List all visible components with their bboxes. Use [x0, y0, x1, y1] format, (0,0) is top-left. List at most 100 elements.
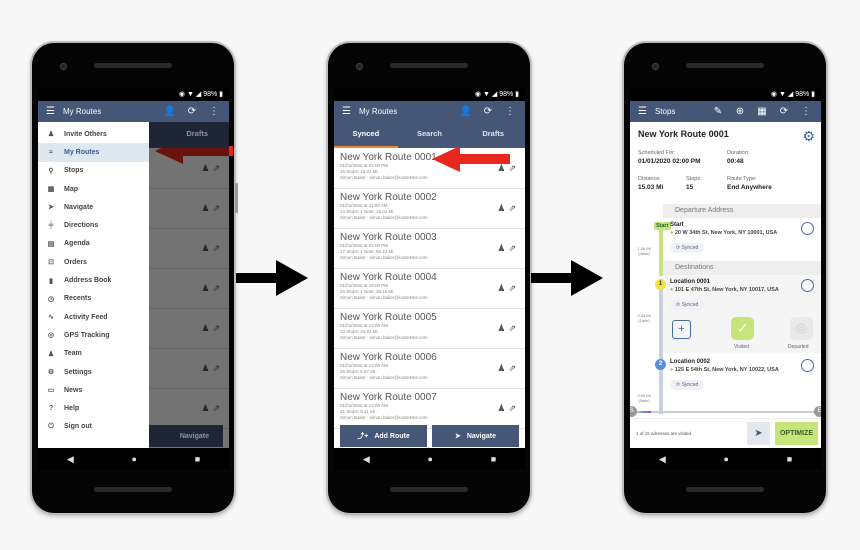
menu-icon[interactable]: ☰: [46, 106, 55, 117]
leg-distance: 0.43 Mi (1min): [637, 313, 651, 323]
home-icon[interactable]: ●: [428, 454, 433, 464]
sync-icon[interactable]: ⟳: [481, 106, 495, 117]
map-icon[interactable]: ▦: [755, 106, 769, 117]
tab-synced[interactable]: Synced: [334, 122, 398, 148]
tab-drafts[interactable]: Drafts: [461, 122, 525, 148]
optimize-button[interactable]: OPTIMIZE: [775, 422, 818, 445]
home-icon[interactable]: ●: [132, 454, 137, 464]
start-stop[interactable]: Start ● 20 W 34th St, New York, NY 10001…: [670, 222, 777, 254]
menu-item-sign-out[interactable]: ⏻ Sign out: [38, 418, 149, 436]
stop-address: 20 W 34th St, New York, NY 10001, USA: [674, 230, 778, 236]
add-route-button[interactable]: ⤴+ Add Route: [340, 425, 427, 447]
agenda-icon: ▤: [47, 240, 55, 248]
menu-item-recents[interactable]: ◷ Recents: [38, 290, 149, 308]
tab-drafts[interactable]: Drafts: [165, 122, 229, 148]
progress-slider[interactable]: [630, 411, 821, 413]
menu-item-agenda[interactable]: ▤ Agenda: [38, 235, 149, 253]
add-user-icon[interactable]: 👤: [163, 106, 177, 117]
menu-item-news[interactable]: ▭ News: [38, 381, 149, 399]
more-icon[interactable]: ⋮: [207, 106, 221, 117]
stop-address: 101 E 47th St, New York, NY 10017, USA: [674, 287, 779, 293]
back-icon[interactable]: ◀: [659, 454, 666, 465]
sync-icon[interactable]: ⟳: [185, 106, 199, 117]
add-icon[interactable]: ⊕: [733, 106, 747, 117]
camera: [356, 63, 363, 70]
menu-item-orders[interactable]: ⊡ Orders: [38, 253, 149, 271]
home-icon[interactable]: ●: [724, 454, 729, 464]
menu-item-team[interactable]: ♟ Team: [38, 345, 149, 363]
back-icon[interactable]: ◀: [67, 454, 74, 465]
route-name: New York Route 0006: [340, 352, 437, 363]
menu-item-activity-feed[interactable]: ∿ Activity Feed: [38, 308, 149, 326]
menu-item-label: News: [64, 386, 83, 394]
menu-item-help[interactable]: ? Help: [38, 399, 149, 417]
more-icon[interactable]: ⋮: [503, 106, 517, 117]
speaker: [94, 63, 172, 68]
slider-start[interactable]: S: [630, 406, 637, 417]
route-row[interactable]: New York Route 0004 01/01/2020 at 10:00 …: [334, 269, 525, 309]
help-icon: ?: [48, 405, 54, 413]
route-row[interactable]: New York Route 0006 01/01/2020 at 12:00 …: [334, 349, 525, 389]
menu-item-my-routes[interactable]: ≈ My Routes: [38, 143, 149, 162]
menu-item-label: Help: [64, 405, 80, 413]
steering-wheel-icon[interactable]: [801, 279, 814, 292]
assign-driver-icon[interactable]: ♟: [497, 203, 508, 213]
share-icon[interactable]: ⇗: [508, 203, 519, 213]
slider-end[interactable]: E: [814, 406, 821, 417]
assign-driver-icon[interactable]: ♟: [497, 283, 508, 293]
menu-item-gps-tracking[interactable]: ◎ GPS Tracking: [38, 326, 149, 344]
menu-item-invite-others[interactable]: ♟ Invite Others: [38, 125, 149, 143]
route-owner: Simon Baker - simon.baker@route4me.com: [340, 415, 428, 420]
back-icon[interactable]: ◀: [363, 454, 370, 465]
assign-driver-icon[interactable]: ♟: [497, 323, 508, 333]
page-title: My Routes: [62, 107, 102, 116]
share-icon[interactable]: ⇗: [508, 283, 519, 293]
stop-item[interactable]: Location 0001 ● 101 E 47th St, New York,…: [670, 279, 779, 311]
settings-gear-icon[interactable]: ⚙: [802, 128, 815, 145]
share-icon[interactable]: ⇗: [508, 403, 519, 413]
add-note-icon[interactable]: +: [672, 320, 691, 339]
tab-search[interactable]: Search: [398, 122, 462, 148]
menu-item-label: GPS Tracking: [64, 331, 110, 339]
route-row[interactable]: New York Route 0002 01/01/2020 at 11:00 …: [334, 189, 525, 229]
navigate-icon[interactable]: ➤: [747, 422, 770, 445]
add-user-icon[interactable]: 👤: [459, 106, 473, 117]
steering-wheel-icon[interactable]: [801, 222, 814, 235]
steering-wheel-icon[interactable]: [801, 359, 814, 372]
sync-icon[interactable]: ⟳: [777, 106, 791, 117]
right-arrow-icon: [531, 260, 603, 296]
menu-item-label: Directions: [64, 222, 99, 230]
menu-item-map[interactable]: ▦ Map: [38, 180, 149, 198]
route-name: New York Route 0002: [340, 192, 437, 203]
share-icon[interactable]: ⇗: [508, 363, 519, 373]
assign-driver-icon[interactable]: ♟: [497, 243, 508, 253]
phone-2: ◉ ▼ ◢ 98% ▮ ☰ My Routes 👤 ⟳ ⋮ Synced Sea…: [328, 43, 530, 513]
menu-icon[interactable]: ☰: [342, 106, 351, 117]
stop-name: Location 0002: [670, 359, 711, 365]
route-row[interactable]: New York Route 0005 01/01/2020 at 12:00 …: [334, 309, 525, 349]
menu-icon[interactable]: ☰: [638, 106, 647, 117]
menu-item-directions[interactable]: ╪ Directions: [38, 216, 149, 234]
visited-summary: 1 of 15 adresses are visited.: [636, 431, 693, 436]
recents-icon[interactable]: ■: [491, 454, 496, 464]
menu-item-address-book[interactable]: ▮ Address Book: [38, 271, 149, 289]
route-row[interactable]: New York Route 0003 01/01/2020 at 02:00 …: [334, 229, 525, 269]
menu-item-settings[interactable]: ⚙ Settings: [38, 363, 149, 381]
visited-button[interactable]: ✓: [731, 317, 754, 340]
stop-item[interactable]: Location 0002 ● 125 E 54th St, New York,…: [670, 359, 779, 391]
share-icon[interactable]: ⇗: [508, 323, 519, 333]
assign-driver-icon[interactable]: ♟: [497, 403, 508, 413]
share-icon[interactable]: ⇗: [508, 243, 519, 253]
menu-item-stops[interactable]: ⚲ Stops: [38, 162, 149, 180]
assign-driver-icon[interactable]: ♟: [497, 363, 508, 373]
leg-distance: 0.95 Mi (3min): [637, 393, 651, 403]
edit-icon[interactable]: ✎: [711, 106, 725, 117]
recents-icon[interactable]: ■: [195, 454, 200, 464]
route-row[interactable]: New York Route 0007 01/01/2020 at 12:00 …: [334, 389, 525, 429]
recents-icon[interactable]: ■: [787, 454, 792, 464]
navigate-button[interactable]: ➤ Navigate: [432, 425, 519, 447]
departed-button[interactable]: ◎: [790, 317, 813, 340]
more-icon[interactable]: ⋮: [799, 106, 813, 117]
menu-item-navigate[interactable]: ➤ Navigate: [38, 198, 149, 216]
route-name: New York Route 0007: [340, 392, 437, 403]
